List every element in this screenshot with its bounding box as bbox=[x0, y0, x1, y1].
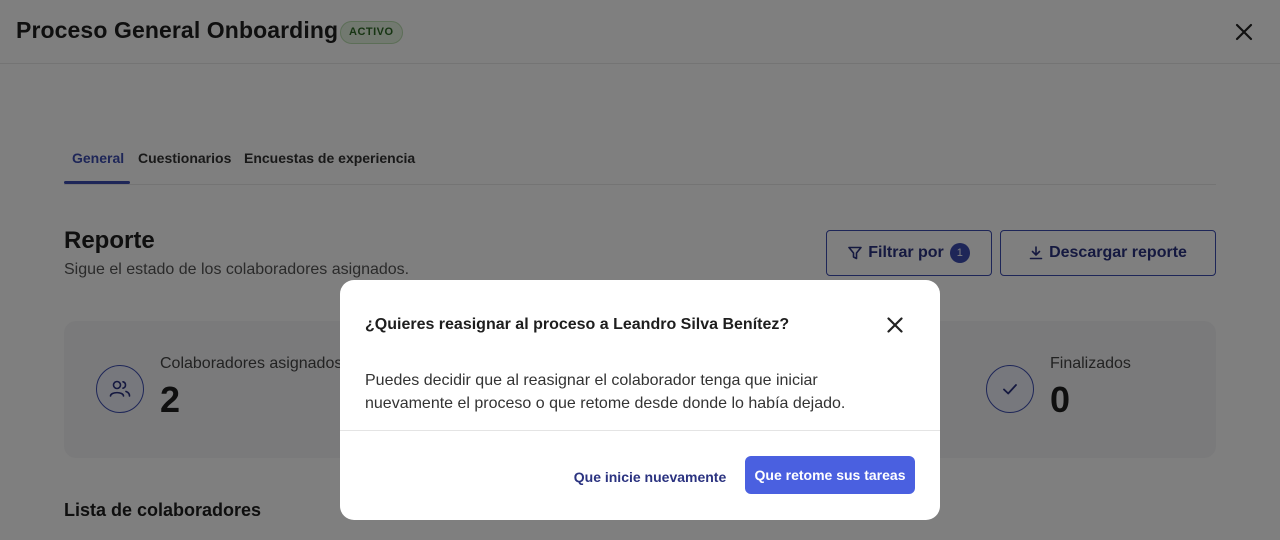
dialog-divider bbox=[340, 430, 940, 431]
reassign-dialog: ¿Quieres reasignar al proceso a Leandro … bbox=[340, 280, 940, 520]
dialog-message: Puedes decidir que al reasignar el colab… bbox=[365, 372, 846, 412]
dialog-title: ¿Quieres reasignar al proceso a Leandro … bbox=[365, 316, 790, 333]
close-icon bbox=[887, 317, 903, 333]
dialog-close-button[interactable] bbox=[880, 310, 910, 340]
restart-process-button[interactable]: Que inicie nuevamente bbox=[565, 458, 735, 496]
resume-tasks-button[interactable]: Que retome sus tareas bbox=[745, 456, 915, 494]
